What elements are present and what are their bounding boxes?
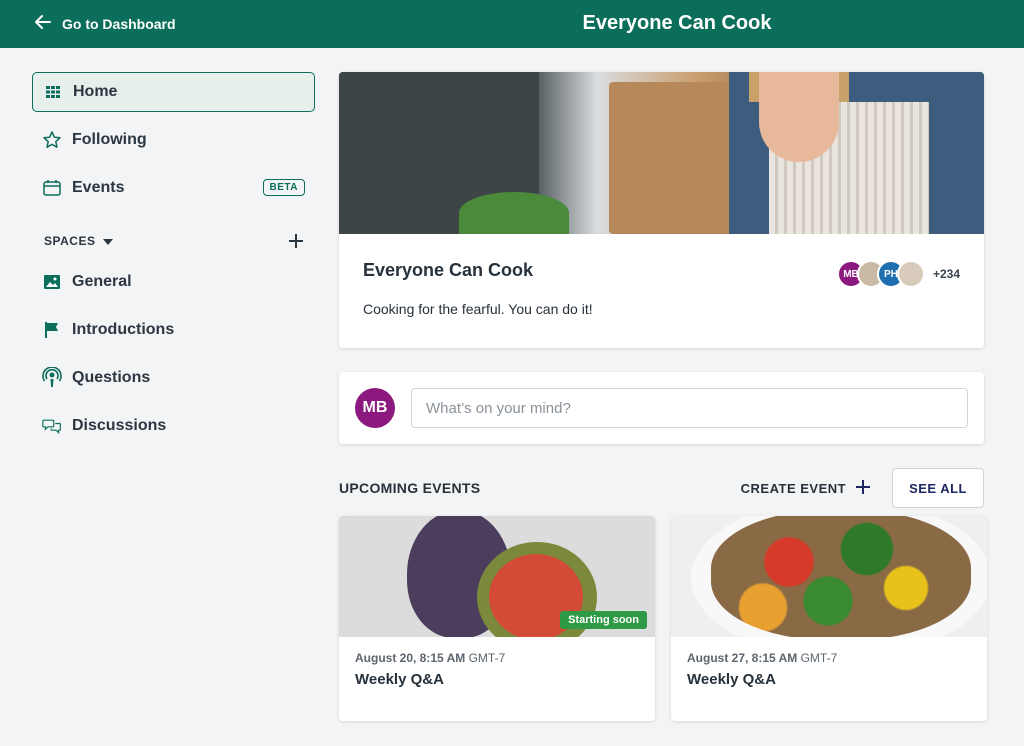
flag-icon bbox=[42, 320, 62, 340]
caret-down-icon bbox=[103, 234, 114, 248]
sidebar-item-label: General bbox=[72, 273, 132, 290]
vegetables-graphic bbox=[711, 516, 971, 637]
event-list: Starting soon August 20, 8:15 AM GMT-7 W… bbox=[339, 516, 987, 721]
event-date-time: August 27, 8:15 AM bbox=[687, 651, 798, 665]
create-event-button[interactable]: CREATE EVENT bbox=[740, 479, 871, 497]
member-avatars[interactable]: MB PH +234 bbox=[836, 260, 960, 288]
sidebar-item-label: Introductions bbox=[72, 321, 175, 338]
sidebar-item-label: Home bbox=[73, 83, 118, 100]
see-all-button[interactable]: SEE ALL bbox=[892, 468, 984, 508]
sidebar-item-label: Discussions bbox=[72, 417, 167, 434]
avatar[interactable]: MB bbox=[355, 388, 395, 428]
event-image bbox=[671, 516, 987, 637]
sidebar-item-label: Following bbox=[72, 131, 147, 148]
sidebar-item-events[interactable]: Events BETA bbox=[32, 168, 315, 208]
sidebar-item-label: Events bbox=[72, 179, 125, 196]
sidebar-item-general[interactable]: General bbox=[32, 262, 315, 302]
starting-soon-badge: Starting soon bbox=[560, 611, 647, 629]
sidebar-item-home[interactable]: Home bbox=[32, 72, 315, 112]
chat-bubbles-icon bbox=[42, 416, 62, 436]
sidebar-item-discussions[interactable]: Discussions bbox=[32, 406, 315, 446]
calendar-icon bbox=[42, 178, 62, 198]
events-header: UPCOMING EVENTS CREATE EVENT SEE ALL bbox=[339, 468, 984, 508]
event-card[interactable]: August 27, 8:15 AM GMT-7 Weekly Q&A bbox=[671, 516, 987, 721]
event-info: August 27, 8:15 AM GMT-7 Weekly Q&A bbox=[671, 637, 987, 702]
event-timezone: GMT-7 bbox=[468, 651, 506, 665]
star-icon bbox=[42, 130, 62, 150]
community-description: Cooking for the fearful. You can do it! bbox=[363, 301, 593, 317]
member-count: +234 bbox=[932, 267, 960, 281]
plus-icon bbox=[856, 479, 871, 497]
event-date: August 27, 8:15 AM GMT-7 bbox=[687, 651, 971, 665]
community-info: Everyone Can Cook Cooking for the fearfu… bbox=[339, 234, 984, 348]
sidebar-item-questions[interactable]: Questions bbox=[32, 358, 315, 398]
event-info: August 20, 8:15 AM GMT-7 Weekly Q&A bbox=[339, 637, 655, 702]
image-icon bbox=[42, 272, 62, 292]
grocery-bag-graphic bbox=[609, 82, 729, 234]
create-event-label: CREATE EVENT bbox=[740, 480, 847, 496]
add-space-button[interactable] bbox=[289, 230, 303, 252]
spaces-header: SPACES bbox=[32, 230, 315, 252]
post-composer: MB bbox=[339, 372, 984, 444]
herbs-graphic bbox=[459, 192, 569, 234]
events-actions: CREATE EVENT SEE ALL bbox=[741, 468, 984, 508]
top-bar: Go to Dashboard Everyone Can Cook bbox=[0, 0, 1024, 48]
spaces-label: SPACES bbox=[44, 234, 96, 248]
grid-icon bbox=[43, 82, 63, 102]
event-date-time: August 20, 8:15 AM bbox=[355, 651, 466, 665]
community-card: Everyone Can Cook Cooking for the fearfu… bbox=[339, 72, 984, 348]
podcast-icon bbox=[42, 367, 62, 388]
app-title: Everyone Can Cook bbox=[582, 12, 772, 34]
sidebar-item-introductions[interactable]: Introductions bbox=[32, 310, 315, 350]
beta-badge: BETA bbox=[262, 179, 305, 196]
event-timezone: GMT-7 bbox=[800, 651, 838, 665]
sidebar-item-label: Questions bbox=[72, 369, 151, 386]
cover-image bbox=[339, 72, 984, 234]
events-title: UPCOMING EVENTS bbox=[339, 480, 481, 496]
avatar bbox=[896, 260, 925, 288]
sidebar-item-following[interactable]: Following bbox=[32, 120, 315, 160]
event-card[interactable]: Starting soon August 20, 8:15 AM GMT-7 W… bbox=[339, 516, 655, 721]
event-image: Starting soon bbox=[339, 516, 655, 637]
event-date: August 20, 8:15 AM GMT-7 bbox=[355, 651, 639, 665]
spaces-toggle[interactable]: SPACES bbox=[44, 234, 114, 248]
event-title: Weekly Q&A bbox=[687, 671, 776, 688]
event-title: Weekly Q&A bbox=[355, 671, 444, 688]
post-input[interactable] bbox=[411, 388, 968, 428]
sidebar: Home Following Events BETA SPACES Genera… bbox=[32, 72, 315, 454]
face-graphic bbox=[759, 72, 839, 162]
main-content: Everyone Can Cook Cooking for the fearfu… bbox=[339, 72, 984, 508]
